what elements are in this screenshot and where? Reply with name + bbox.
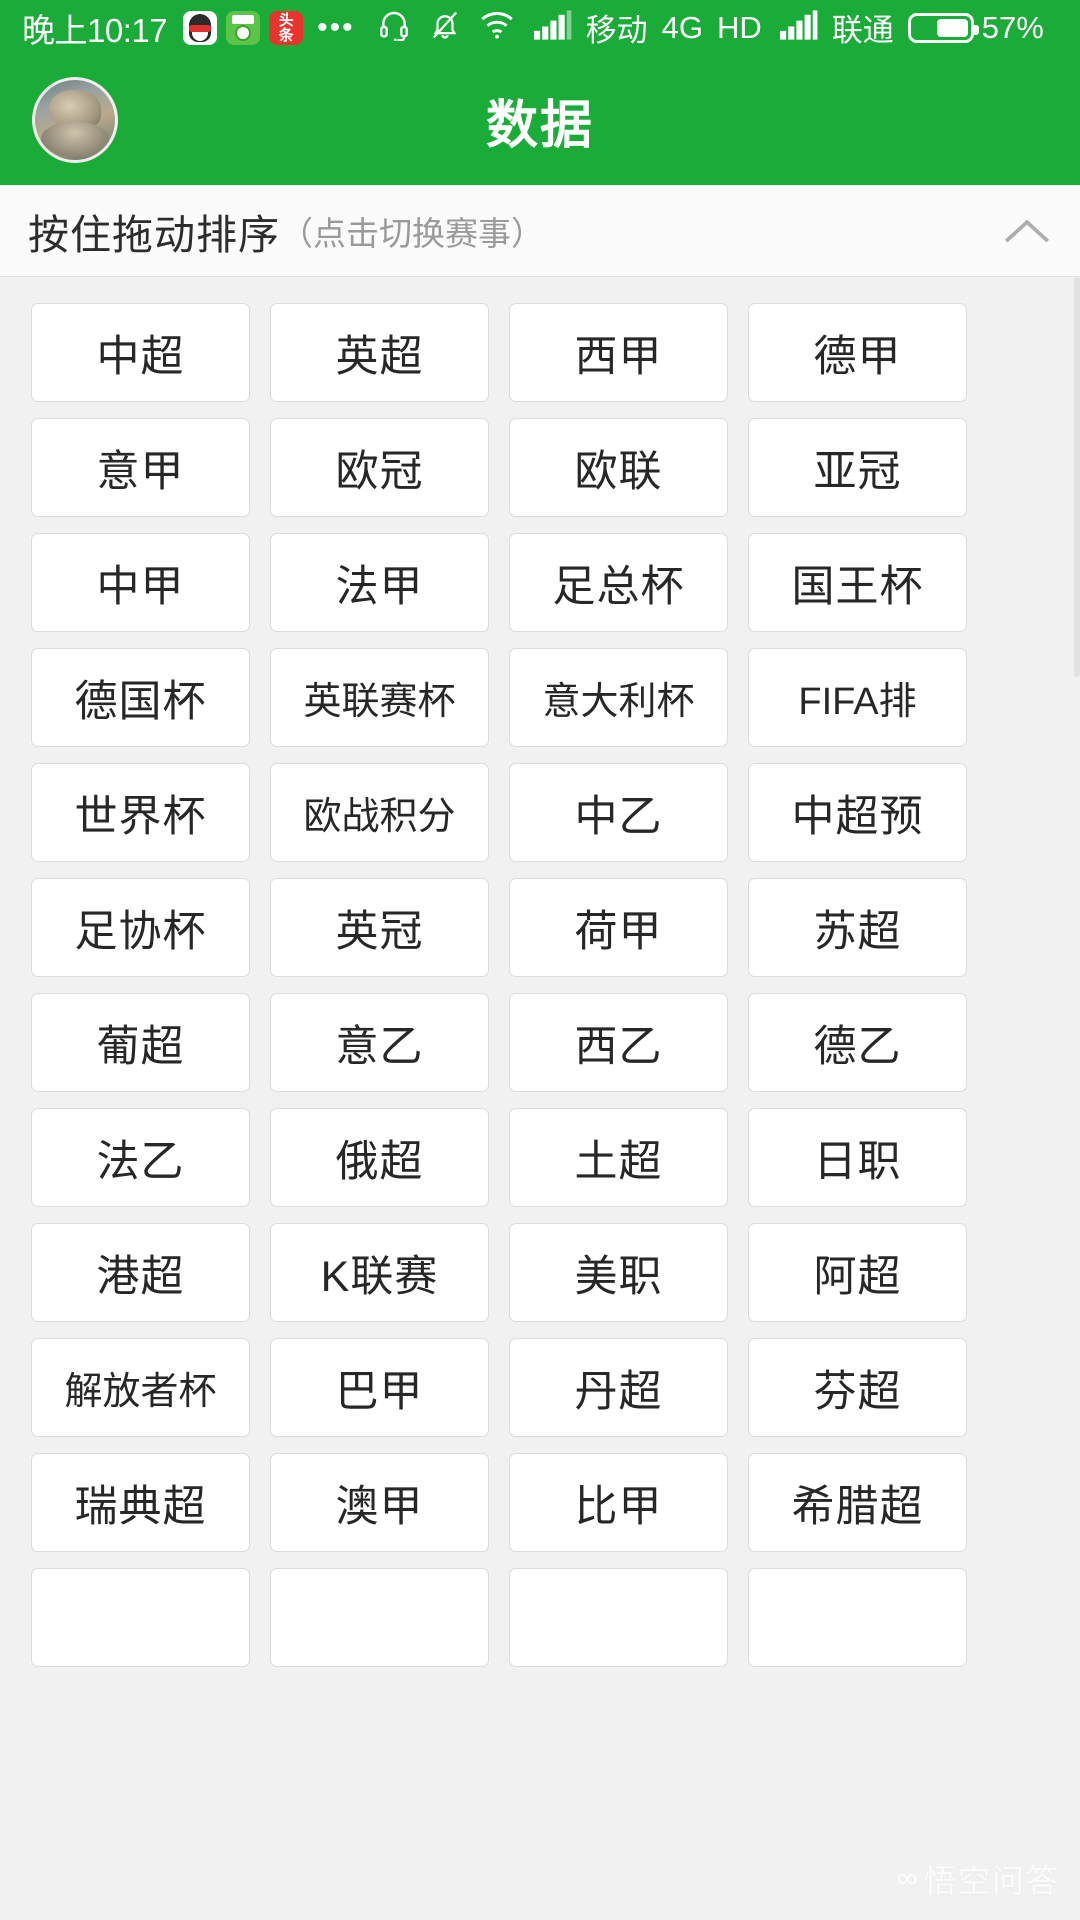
scrollbar[interactable] [1074, 277, 1080, 677]
status-system-icons [377, 9, 572, 46]
sort-hint-sublabel: （点击切换赛事） [280, 214, 544, 252]
football-app-icon [226, 10, 261, 45]
page-title: 数据 [485, 96, 594, 155]
league-tile[interactable]: 欧联 [509, 418, 728, 517]
league-tile[interactable]: 丹超 [509, 1338, 728, 1437]
status-bar: 晚上10:17 头条 ••• 移动 4G HD 联通 57% [0, 0, 1080, 55]
league-tile[interactable]: K联赛 [270, 1223, 489, 1322]
league-tile[interactable]: 法乙 [31, 1108, 250, 1207]
sort-hint-label: 按住拖动排序 [28, 211, 280, 258]
league-tile[interactable]: 解放者杯 [31, 1338, 250, 1437]
battery-icon [907, 12, 979, 43]
league-tile[interactable]: 意大利杯 [509, 648, 728, 747]
league-tile[interactable] [31, 1568, 250, 1667]
league-tile[interactable]: 德乙 [748, 993, 967, 1092]
sort-section-header[interactable]: 按住拖动排序 （点击切换赛事） [0, 185, 1080, 277]
signal-bars-icon-secondary [779, 10, 818, 45]
league-tile[interactable]: 德甲 [748, 303, 967, 402]
league-tile[interactable]: 日职 [748, 1108, 967, 1207]
battery-percent-label: 57% [981, 9, 1044, 45]
league-tile[interactable]: 澳甲 [270, 1453, 489, 1552]
league-tile[interactable]: 苏超 [748, 878, 967, 977]
league-tile[interactable]: 欧战积分 [270, 763, 489, 862]
network-type-label: 4G [661, 9, 703, 45]
carrier-primary-label: 移动 [585, 13, 648, 48]
league-tile[interactable]: 西甲 [509, 303, 728, 402]
league-tile[interactable] [509, 1568, 728, 1667]
watermark-logo-icon: ∞ [896, 1862, 918, 1895]
league-tile[interactable]: 英联赛杯 [270, 648, 489, 747]
league-tile[interactable]: 欧冠 [270, 418, 489, 517]
user-avatar[interactable] [32, 77, 118, 163]
league-tile[interactable]: 中乙 [509, 763, 728, 862]
qq-icon [183, 10, 218, 45]
league-tile[interactable]: 瑞典超 [31, 1453, 250, 1552]
bell-muted-icon [430, 9, 460, 46]
league-tile[interactable]: 意乙 [270, 993, 489, 1092]
league-tile[interactable]: 希腊超 [748, 1453, 967, 1552]
league-tile[interactable]: 中超预 [748, 763, 967, 862]
league-tile[interactable]: 俄超 [270, 1108, 489, 1207]
league-tile[interactable]: 港超 [31, 1223, 250, 1322]
league-tile[interactable]: 足总杯 [509, 533, 728, 632]
league-tile[interactable] [748, 1568, 967, 1667]
headset-icon [377, 9, 411, 46]
league-tile[interactable]: 德国杯 [31, 648, 250, 747]
league-tile[interactable]: 阿超 [748, 1223, 967, 1322]
league-tile[interactable]: 亚冠 [748, 418, 967, 517]
league-tile[interactable]: 芬超 [748, 1338, 967, 1437]
watermark: ∞ 悟空问答 [897, 1856, 1060, 1902]
wifi-icon [479, 11, 515, 44]
league-tile[interactable]: 土超 [509, 1108, 728, 1207]
league-tile[interactable]: 意甲 [31, 418, 250, 517]
league-tile[interactable]: FIFA排 [748, 648, 967, 747]
toutiao-icon: 头条 [269, 10, 304, 45]
hd-label: HD [716, 9, 762, 45]
watermark-label: 悟空问答 [923, 1863, 1060, 1899]
overflow-dots-icon: ••• [317, 10, 355, 44]
carrier-secondary-label: 联通 [831, 13, 894, 48]
chevron-up-icon[interactable] [1004, 208, 1050, 254]
status-time: 晚上10:17 [22, 11, 168, 49]
league-tile[interactable]: 葡超 [31, 993, 250, 1092]
league-tile[interactable]: 国王杯 [748, 533, 967, 632]
league-grid-container[interactable]: 中超 英超 西甲 德甲意甲 欧冠 欧联 亚冠中甲 法甲 足总杯 国王杯德国杯 英联赛杯 意大利杯 FIF… [0, 277, 1080, 1920]
league-tile[interactable]: 英冠 [270, 878, 489, 977]
league-tile[interactable]: 美职 [509, 1223, 728, 1322]
status-app-icons: 头条 [183, 10, 304, 45]
league-tile[interactable]: 荷甲 [509, 878, 728, 977]
league-tile[interactable]: 比甲 [509, 1453, 728, 1552]
league-tile[interactable]: 巴甲 [270, 1338, 489, 1437]
league-tile[interactable]: 中超 [31, 303, 250, 402]
app-header: 数据 [0, 55, 1080, 185]
league-tile[interactable]: 英超 [270, 303, 489, 402]
league-tile[interactable] [270, 1568, 489, 1667]
league-tile[interactable]: 法甲 [270, 533, 489, 632]
league-tile[interactable]: 世界杯 [31, 763, 250, 862]
league-tile[interactable]: 中甲 [31, 533, 250, 632]
signal-bars-icon [533, 10, 572, 45]
league-grid: 中超 英超 西甲 德甲意甲 欧冠 欧联 亚冠中甲 法甲 足总杯 国王杯德国杯 英联赛杯 意大利杯 FIF… [31, 303, 1050, 1667]
league-tile[interactable]: 西乙 [509, 993, 728, 1092]
league-tile[interactable]: 足协杯 [31, 878, 250, 977]
